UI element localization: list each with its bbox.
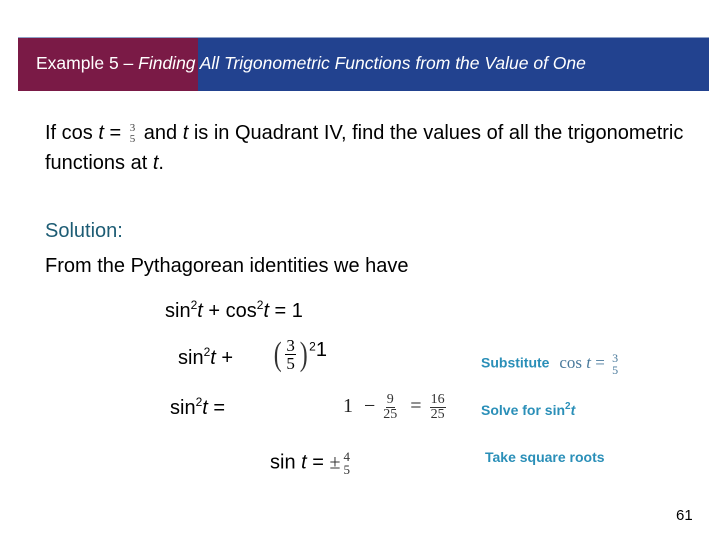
fraction-three-fifths: 35 [611, 352, 619, 376]
fraction-nine-25ths: 9 25 [383, 393, 397, 422]
eq-text: = 1 [269, 300, 303, 322]
fraction-four-fifths: 45 [342, 450, 351, 476]
eq-text: = [410, 395, 422, 418]
problem-text: If cos [45, 122, 99, 144]
note-square-roots: Take square roots [485, 449, 605, 465]
var-t: t [570, 402, 576, 418]
pythagorean-identity: sin2t + cos2t = 1 [165, 299, 303, 323]
eq-text: sin [178, 347, 204, 369]
slide-title: Example 5 – Finding All Trigonometric Fu… [36, 53, 586, 74]
frac-num: 16 [429, 392, 446, 408]
left-paren: ( [273, 335, 282, 373]
note-substitute: Substitute cos t = 35 [481, 352, 621, 376]
solution-intro: From the Pythagorean identities we have [45, 255, 409, 277]
eq-text: cos [559, 352, 587, 372]
problem-text: = [103, 122, 127, 144]
exponent: 2 [309, 339, 316, 354]
frac-den: 25 [430, 407, 445, 422]
eq-text: = [207, 397, 226, 419]
eq-text: sin [170, 397, 196, 419]
eq-text: + [215, 347, 234, 369]
eq-text: sin [270, 451, 302, 474]
problem-text: . [158, 152, 164, 174]
eq-text: 1 [343, 395, 353, 418]
eq-text: + cos [202, 300, 257, 322]
eq-text: 1 [315, 338, 327, 361]
eq-text: = [306, 451, 330, 474]
solution-label: Solution: [45, 220, 123, 242]
title-prefix: Example 5 – [36, 53, 139, 73]
right-paren: ) [299, 335, 308, 373]
problem-text: and [138, 122, 183, 144]
note-label: Substitute [481, 354, 550, 371]
square-root-equation: sin t = ±4 5 [270, 450, 353, 476]
frac-num: 3 [285, 336, 296, 355]
problem-statement: If cos t = 35 and t is in Quadrant IV, f… [45, 118, 685, 178]
paren-fraction: ( 35 ) [272, 337, 309, 372]
fraction-sixteen-25ths: 16 25 [429, 392, 446, 422]
fraction-three-fifths: 35 [129, 122, 137, 145]
slide-header: Example 5 – Finding All Trigonometric Fu… [18, 37, 709, 91]
title-italic: Finding All Trigonometric Functions from… [138, 53, 586, 73]
note-solve: Solve for sin2t [481, 402, 576, 419]
substituted-equation-right: ( 35 ) 21 [272, 337, 327, 372]
page-number: 61 [676, 507, 693, 524]
eq-text: − [364, 395, 376, 418]
solved-equation-right: 1 −9 25 = 16 25 [343, 393, 448, 422]
solved-equation-left: sin2t = [170, 396, 226, 420]
frac-den: 5 [343, 462, 350, 477]
plus-minus: ± [329, 451, 341, 474]
frac-den: 5 [129, 132, 136, 145]
fraction-three-fifths: 35 [285, 337, 296, 372]
frac-num: 9 [385, 392, 395, 408]
note-math: cos t = [559, 353, 609, 372]
frac-den: 5 [286, 354, 295, 373]
eq-text: sin [165, 300, 191, 322]
eq-text: = [591, 352, 610, 372]
frac-den: 25 [383, 407, 398, 422]
note-label: Solve for sin [481, 402, 566, 418]
substituted-equation-left: sin2t + [178, 346, 234, 370]
frac-den: 5 [612, 363, 619, 377]
